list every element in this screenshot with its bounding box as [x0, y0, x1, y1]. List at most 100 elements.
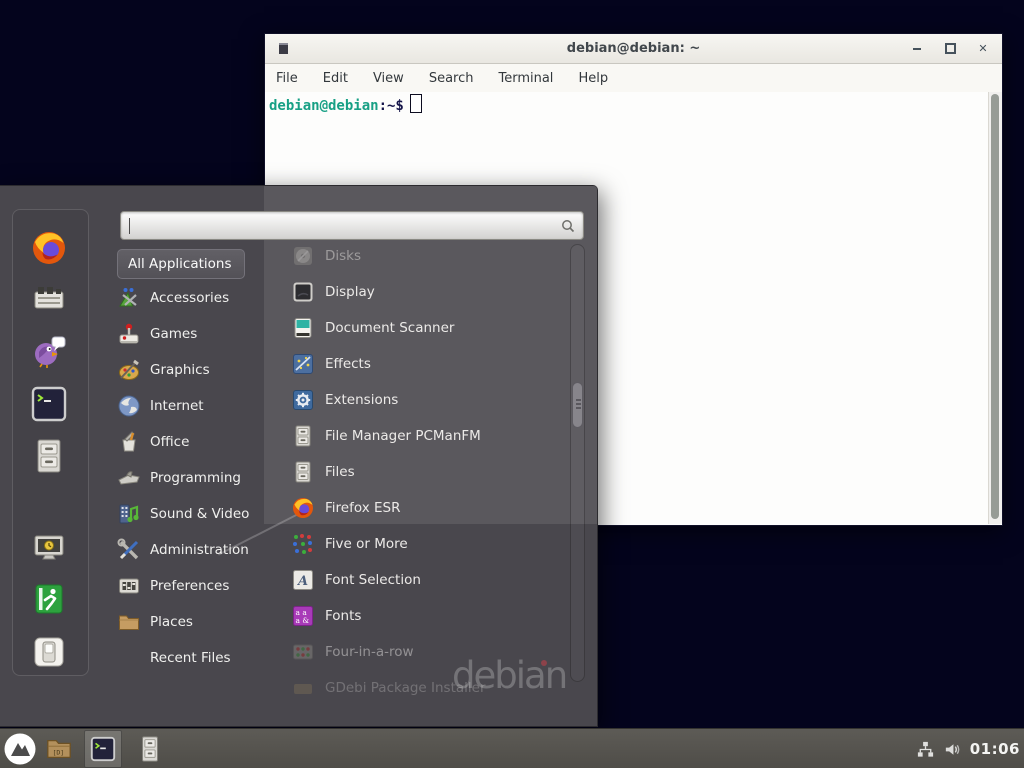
app-disks[interactable]: Disks: [283, 238, 569, 274]
category-games[interactable]: Games: [117, 316, 282, 352]
app-label: Four-in-a-row: [325, 644, 414, 660]
app-firefox-esr[interactable]: Firefox ESR: [283, 490, 569, 526]
close-button[interactable]: ✕: [970, 34, 996, 63]
pidgin-icon: [30, 332, 68, 370]
category-programming[interactable]: Programming: [117, 460, 282, 496]
menu-terminal[interactable]: Terminal: [498, 71, 553, 86]
font-selection-icon: A: [291, 568, 315, 592]
shutdown-icon: [30, 633, 68, 671]
terminal-scrollbar-thumb[interactable]: [991, 94, 999, 519]
maximize-button[interactable]: [937, 34, 963, 63]
firefox-icon: [291, 496, 315, 520]
document-scanner-icon: [291, 316, 315, 340]
application-list: Disks Display Document Scanner: [283, 238, 569, 708]
app-files[interactable]: Files: [283, 454, 569, 490]
app-five-or-more[interactable]: Five or More: [283, 526, 569, 562]
category-preferences[interactable]: Preferences: [117, 568, 282, 604]
logout-icon: [30, 580, 68, 618]
menu-view[interactable]: View: [373, 71, 404, 86]
category-accessories[interactable]: Accessories: [117, 280, 282, 316]
category-label: Preferences: [150, 578, 229, 594]
minimize-button[interactable]: [904, 34, 930, 63]
app-font-selection[interactable]: A Font Selection: [283, 562, 569, 598]
category-label: Sound & Video: [150, 506, 249, 522]
lock-screen-button[interactable]: [30, 528, 68, 566]
category-places[interactable]: Places: [117, 604, 282, 640]
five-or-more-icon: [291, 532, 315, 556]
menu-edit[interactable]: Edit: [323, 71, 348, 86]
menu-help[interactable]: Help: [578, 71, 608, 86]
favorite-files-button[interactable]: [30, 437, 68, 475]
svg-text:[D]: [D]: [52, 749, 64, 757]
app-file-manager-pcmanfm[interactable]: File Manager PCManFM: [283, 418, 569, 454]
menu-scrollbar-thumb[interactable]: [572, 382, 583, 428]
internet-icon: [117, 394, 141, 418]
app-label: Display: [325, 284, 375, 300]
display-icon: [291, 280, 315, 304]
accessories-icon: [117, 286, 141, 310]
category-label: Accessories: [150, 290, 229, 306]
menu-file[interactable]: File: [276, 71, 298, 86]
menu-scrollbar[interactable]: [570, 244, 585, 682]
app-fonts[interactable]: a a a & Fonts: [283, 598, 569, 634]
places-icon: [117, 610, 141, 634]
favorite-settings-button[interactable]: [30, 280, 68, 318]
fonts-icon: a a a &: [291, 604, 315, 628]
app-extensions[interactable]: Extensions: [283, 382, 569, 418]
svg-text:a &: a &: [296, 616, 310, 625]
prompt-symbol: :~$: [379, 98, 404, 114]
app-label: Firefox ESR: [325, 500, 400, 516]
menu-search-box: [120, 211, 584, 240]
app-label: GDebi Package Installer: [325, 680, 486, 696]
menu-button[interactable]: [3, 732, 37, 766]
taskbar-terminal-button[interactable]: [84, 730, 122, 768]
taskbar-file-manager-button[interactable]: [D]: [40, 730, 78, 768]
app-effects[interactable]: Effects: [283, 346, 569, 382]
category-recent-files[interactable]: Recent Files: [117, 640, 282, 676]
favorite-firefox-button[interactable]: [30, 229, 68, 267]
app-label: Files: [325, 464, 355, 480]
shutdown-button[interactable]: [30, 633, 68, 671]
category-label: Administration: [150, 542, 249, 558]
app-gdebi-package-installer[interactable]: GDebi Package Installer: [283, 670, 569, 706]
app-document-scanner[interactable]: Document Scanner: [283, 310, 569, 346]
terminal-scrollbar[interactable]: [988, 92, 1002, 524]
shell-prompt: debian@debian:~$: [269, 94, 422, 114]
disks-icon: [291, 244, 315, 268]
screensaver-lock-icon: [30, 528, 68, 566]
network-icon[interactable]: [916, 740, 935, 759]
category-office[interactable]: Office: [117, 424, 282, 460]
volume-icon[interactable]: [943, 740, 962, 759]
category-administration[interactable]: Administration: [117, 532, 282, 568]
category-all-applications[interactable]: All Applications: [117, 249, 245, 279]
menu-search[interactable]: Search: [429, 71, 474, 86]
terminal-title: debian@debian: ~: [265, 34, 1002, 63]
taskbar: [D]: [0, 728, 1024, 768]
folder-icon: [D]: [45, 735, 73, 763]
file-manager-icon: [291, 424, 315, 448]
terminal-icon: [30, 385, 68, 423]
app-label: Effects: [325, 356, 371, 372]
search-icon: [560, 218, 576, 234]
app-four-in-a-row[interactable]: Four-in-a-row: [283, 634, 569, 670]
logout-button[interactable]: [30, 580, 68, 618]
clock[interactable]: 01:06: [970, 740, 1020, 758]
category-label: Programming: [150, 470, 241, 486]
category-graphics[interactable]: Graphics: [117, 352, 282, 388]
application-menu: debian: [0, 185, 598, 727]
window-icon: [279, 43, 288, 54]
administration-icon: [117, 538, 141, 562]
programming-icon: [117, 466, 141, 490]
file-cabinet-icon: [136, 735, 164, 763]
favorite-terminal-button[interactable]: [30, 385, 68, 423]
games-icon: [117, 322, 141, 346]
maximize-icon: [945, 43, 956, 54]
close-icon: ✕: [978, 43, 987, 54]
menu-search-input[interactable]: [127, 215, 551, 238]
favorite-pidgin-button[interactable]: [30, 332, 68, 370]
category-sound-video[interactable]: Sound & Video: [117, 496, 282, 532]
category-internet[interactable]: Internet: [117, 388, 282, 424]
terminal-titlebar[interactable]: debian@debian: ~ ✕: [265, 34, 1002, 64]
app-display[interactable]: Display: [283, 274, 569, 310]
taskbar-files-button[interactable]: [131, 730, 169, 768]
